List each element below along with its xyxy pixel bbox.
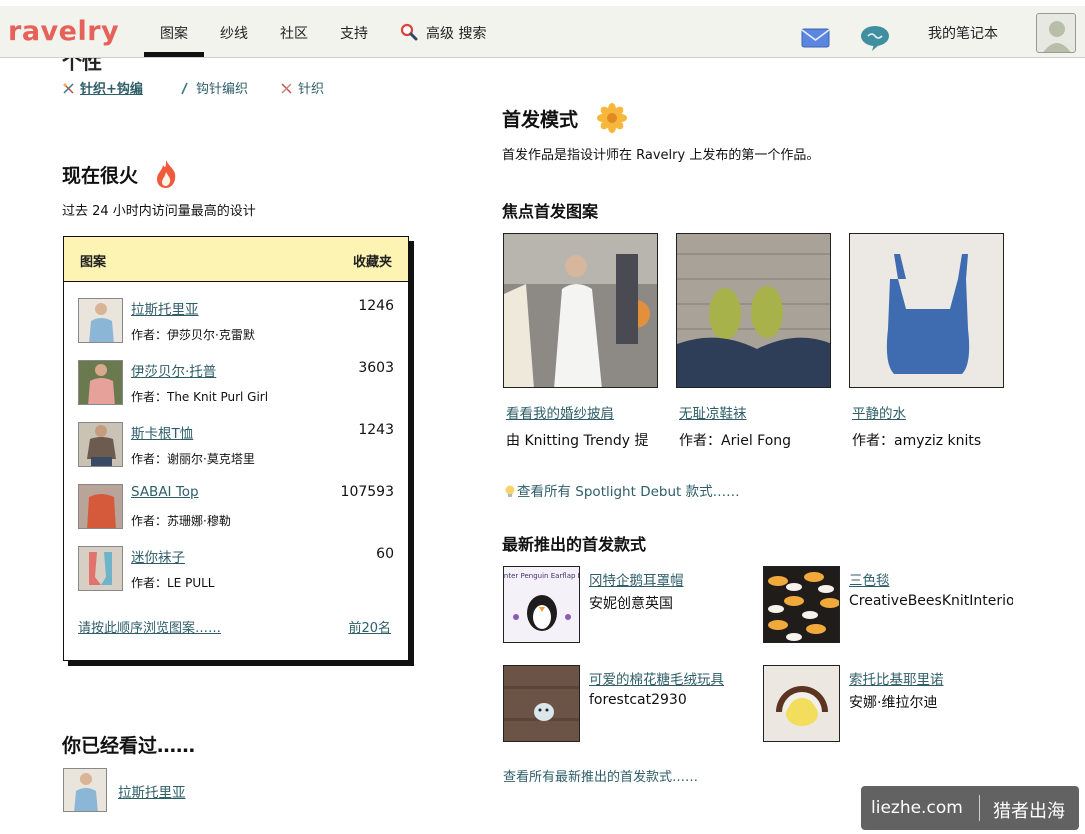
seen-pattern-thumbnail[interactable] xyxy=(63,768,107,812)
knit-crochet-icon xyxy=(63,83,74,94)
pattern-link[interactable]: 斯卡根T恤 xyxy=(131,422,193,442)
craft-link-knit-crochet[interactable]: 针织+钩编 xyxy=(62,78,143,97)
spotlight-author: 由 Knitting Trendy 提 xyxy=(506,433,649,449)
top-nav: ravelry 图案 纱线 社区 支持 高级 搜索 我的笔记本 xyxy=(0,6,1085,58)
newest-pattern-author: 安娜·维拉尔迪 xyxy=(849,695,938,711)
spotlight-author: 作者：Ariel Fong xyxy=(679,433,792,449)
svg-text:Gunter Penguin Earflap Hat: Gunter Penguin Earflap Hat xyxy=(504,572,580,580)
see-all-spotlight-link[interactable]: 查看所有 Spotlight Debut 款式…… xyxy=(503,480,740,500)
flower-icon xyxy=(596,103,627,133)
see-all-newest-link[interactable]: 查看所有最新推出的首发款式…… xyxy=(503,766,698,785)
watermark-brand: 猎者出海 xyxy=(993,801,1065,822)
table-row: 迷你袜子 作者：LE PULL 60 xyxy=(78,546,394,592)
newest-pattern-image[interactable] xyxy=(763,665,840,742)
watermark-divider xyxy=(979,795,980,821)
tab-yarns[interactable]: 纱线 xyxy=(220,23,248,43)
debut-title-text: 首发模式 xyxy=(502,109,579,131)
my-notebook-link[interactable]: 我的笔记本 xyxy=(928,23,998,43)
tab-support[interactable]: 支持 xyxy=(340,23,368,43)
col-pattern-header: 图案 xyxy=(80,255,107,270)
pattern-author: 作者：The Knit Purl Girl xyxy=(131,390,269,404)
advanced-search-link[interactable]: 高级 搜索 xyxy=(426,23,486,43)
top-20-link[interactable]: 前20名 xyxy=(348,617,391,636)
hot-now-title: 现在很火 xyxy=(62,159,179,189)
spotlight-image[interactable] xyxy=(676,233,831,388)
craft-link-label: 针织+钩编 xyxy=(80,82,143,97)
pattern-thumbnail[interactable] xyxy=(78,546,123,591)
spotlight-author: 作者：amyziz knits xyxy=(852,433,982,449)
tab-community[interactable]: 社区 xyxy=(280,23,308,43)
debut-title: 首发模式 xyxy=(502,103,627,133)
spotlight-image[interactable] xyxy=(849,233,1004,388)
watermark-badge: liezhe.com 猎者出海 xyxy=(861,786,1079,830)
search-icon[interactable] xyxy=(400,23,418,41)
pattern-thumbnail[interactable] xyxy=(78,484,123,529)
pattern-link[interactable]: 伊莎贝尔·托普 xyxy=(131,360,216,380)
pattern-author: 作者：LE PULL xyxy=(131,576,215,590)
newest-pattern-image[interactable] xyxy=(503,665,580,742)
newest-debut-title: 最新推出的首发款式 xyxy=(502,535,647,554)
crochet-hook-icon xyxy=(181,82,188,95)
spotlight-title: 焦点首发图案 xyxy=(502,202,599,221)
favorites-count: 3603 xyxy=(358,360,394,376)
avatar-silhouette-icon xyxy=(1043,21,1071,52)
debut-description: 首发作品是指设计师在 Ravelry 上发布的第一个作品。 xyxy=(502,148,820,163)
favorites-count: 107593 xyxy=(340,484,394,500)
pattern-thumbnail[interactable] xyxy=(78,422,123,467)
table-row: 拉斯托里亚 作者：伊莎贝尔·克雷默 1246 xyxy=(78,298,394,344)
mail-icon[interactable] xyxy=(801,28,830,48)
newest-pattern-link[interactable]: 索托比基耶里诺 xyxy=(849,668,944,688)
newest-pattern-link[interactable]: 可爱的棉花糖毛绒玩具 xyxy=(589,668,724,688)
hot-card-header: 图案 收藏夹 xyxy=(64,237,408,282)
spotlight-pattern-link[interactable]: 无耻凉鞋袜 xyxy=(679,402,747,422)
spotlight-pattern-link[interactable]: 看看我的婚纱披肩 xyxy=(506,402,614,422)
newest-pattern-author: forestcat2930 xyxy=(589,692,687,708)
pattern-author: 作者：苏珊娜·穆勒 xyxy=(131,514,231,528)
newest-pattern-author: CreativeBeesKnitInteriors xyxy=(849,593,1013,609)
knitting-needles-icon xyxy=(281,83,292,94)
lightbulb-icon xyxy=(505,485,515,497)
pattern-link[interactable]: SABAI Top xyxy=(131,484,199,500)
see-all-spotlight-text: 查看所有 Spotlight Debut 款式…… xyxy=(517,484,740,500)
seen-pattern-link[interactable]: 拉斯托里亚 xyxy=(118,781,186,801)
craft-link-crochet[interactable]: 钩针编织 xyxy=(178,78,248,97)
tab-patterns[interactable]: 图案 xyxy=(160,23,188,43)
craft-link-label: 钩针编织 xyxy=(196,82,249,97)
ravelry-logo[interactable]: ravelry xyxy=(8,16,119,47)
craft-link-knitting[interactable]: 针织 xyxy=(280,78,324,97)
spotlight-pattern-link[interactable]: 平静的水 xyxy=(852,402,906,422)
spotlight-image[interactable] xyxy=(503,233,658,388)
active-tab-indicator xyxy=(144,52,204,57)
pattern-thumbnail[interactable] xyxy=(78,360,123,405)
pattern-link[interactable]: 迷你袜子 xyxy=(131,546,185,566)
avatar[interactable] xyxy=(1036,13,1076,53)
newest-pattern-author: 安妮创意英国 xyxy=(589,596,673,612)
hot-now-title-text: 现在很火 xyxy=(62,165,139,187)
hot-now-subtitle: 过去 24 小时内访问量最高的设计 xyxy=(62,204,256,219)
hot-patterns-card: 图案 收藏夹 拉斯托里亚 作者：伊莎贝尔·克雷默 1246 伊莎贝尔·托普 作者… xyxy=(63,236,409,661)
browse-in-order-link[interactable]: 请按此顺序浏览图案…… xyxy=(78,617,221,636)
newest-pattern-image[interactable]: Gunter Penguin Earflap Hat xyxy=(503,566,580,643)
fire-icon xyxy=(156,160,175,188)
pattern-author: 作者：谢丽尔·莫克塔里 xyxy=(131,452,255,466)
newest-pattern-image[interactable] xyxy=(763,566,840,643)
chat-icon[interactable] xyxy=(860,24,890,52)
newest-pattern-link[interactable]: 冈特企鹅耳罩帽 xyxy=(589,569,684,589)
table-row: SABAI Top 作者：苏珊娜·穆勒 107593 xyxy=(78,484,394,530)
col-favorites-header: 收藏夹 xyxy=(352,255,392,270)
favorites-count: 60 xyxy=(376,546,394,562)
favorites-count: 1243 xyxy=(358,422,394,438)
newest-pattern-link[interactable]: 三色毯 xyxy=(849,569,890,589)
favorites-count: 1246 xyxy=(358,298,394,314)
table-row: 斯卡根T恤 作者：谢丽尔·莫克塔里 1243 xyxy=(78,422,394,468)
pattern-author: 作者：伊莎贝尔·克雷默 xyxy=(131,328,255,342)
craft-link-label: 针织 xyxy=(298,82,325,97)
table-row: 伊莎贝尔·托普 作者：The Knit Purl Girl 3603 xyxy=(78,360,394,406)
watermark-domain: liezhe.com xyxy=(871,798,963,818)
already-seen-title: 你已经看过…… xyxy=(62,735,196,757)
pattern-link[interactable]: 拉斯托里亚 xyxy=(131,298,199,318)
pattern-thumbnail[interactable] xyxy=(78,298,123,343)
